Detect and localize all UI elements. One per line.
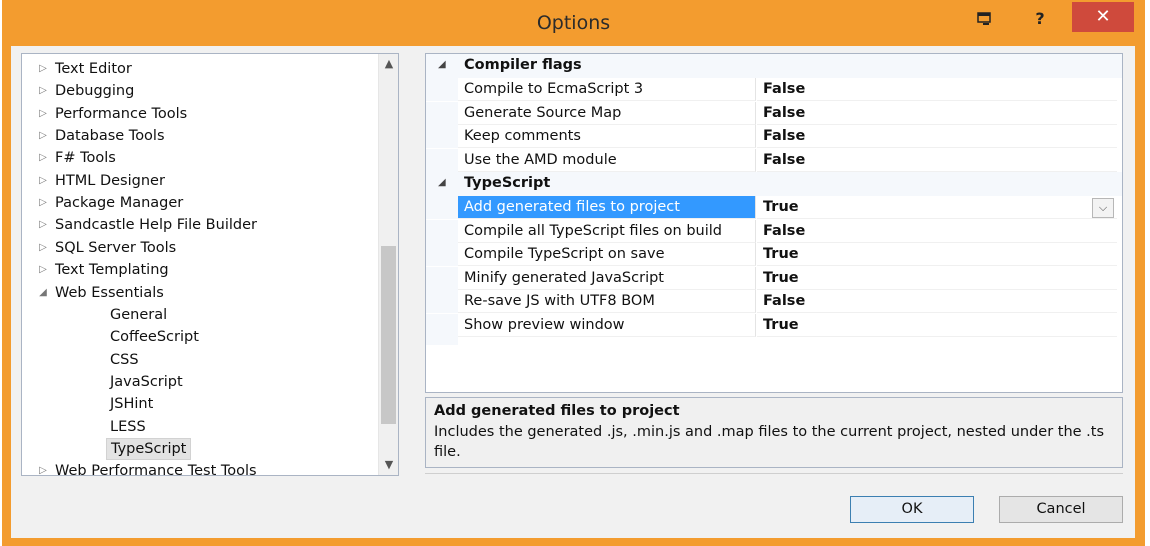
property-value[interactable]: False <box>757 220 1117 243</box>
expand-arrow-icon[interactable]: ▷ <box>36 192 50 214</box>
property-row[interactable]: Compile TypeScript on save True <box>426 243 1122 266</box>
tree-scrollbar[interactable]: ▲ ▼ <box>378 54 398 475</box>
expand-arrow-icon[interactable]: ▷ <box>36 147 50 169</box>
tree-item-label: Performance Tools <box>55 105 188 122</box>
property-value[interactable]: False <box>757 125 1117 148</box>
row-gutter <box>426 148 458 172</box>
property-value[interactable]: True <box>757 243 1117 266</box>
property-row[interactable]: Use the AMD module False <box>426 148 1122 172</box>
property-row[interactable]: Compile to EcmaScript 3 False <box>426 78 1122 101</box>
property-name[interactable]: Add generated files to project <box>458 196 756 219</box>
divider <box>425 473 1123 474</box>
expand-arrow-icon[interactable]: ▷ <box>36 214 50 236</box>
description-text: Includes the generated .js, .min.js and … <box>434 424 1105 460</box>
expand-arrow-icon[interactable]: ▷ <box>36 259 50 281</box>
property-row[interactable]: Add generated files to project True ⌵ <box>426 196 1122 219</box>
property-row[interactable]: Compile all TypeScript files on build Fal… <box>426 219 1122 243</box>
property-name[interactable]: Compile to EcmaScript 3 <box>458 78 756 101</box>
property-name[interactable]: Show preview window <box>458 313 756 337</box>
tree-item-label: Text Editor <box>55 61 132 77</box>
category-row[interactable]: ◢ Compiler flags <box>426 54 1122 78</box>
expand-arrow-icon[interactable]: ▷ <box>36 237 50 259</box>
tree-item-label: CSS <box>110 351 139 368</box>
close-button[interactable]: ✕ <box>1072 2 1134 32</box>
help-button[interactable]: ? <box>1030 6 1050 32</box>
tree-item-label: Sandcastle Help File Builder <box>55 217 257 234</box>
category-label: TypeScript <box>464 175 551 191</box>
collapse-arrow-icon[interactable]: ◢ <box>36 282 50 304</box>
description-title: Add generated files to project <box>434 403 680 419</box>
dialog-client-area: ▷ Web Performance Test Tools TypeScript LES… <box>11 46 1135 538</box>
expand-arrow-icon[interactable]: ▷ <box>36 170 50 192</box>
expand-arrow-icon[interactable]: ▷ <box>36 103 50 125</box>
property-value[interactable]: False <box>757 149 1117 172</box>
row-gutter <box>426 125 458 148</box>
tree-item-label: CoffeeScript <box>110 329 199 346</box>
row-gutter <box>426 101 458 125</box>
tree-item-label: Web Essentials <box>55 284 164 301</box>
expand-arrow-icon[interactable]: ▷ <box>36 125 50 147</box>
description-panel: Add generated files to project Includes … <box>425 397 1123 468</box>
property-name[interactable]: Generate Source Map <box>458 101 756 125</box>
property-row[interactable]: Keep comments False <box>426 125 1122 148</box>
property-name[interactable]: Keep comments <box>458 125 756 148</box>
property-value[interactable]: False <box>757 102 1117 125</box>
property-grid[interactable]: ◢ Compiler flags Compile to EcmaScript 3 Fa… <box>425 53 1123 393</box>
row-gutter <box>426 243 458 266</box>
row-gutter <box>426 337 458 345</box>
tree-item-label: TypeScript <box>106 437 192 460</box>
expand-arrow-icon[interactable]: ▷ <box>36 460 50 475</box>
dropdown-chevron-icon[interactable]: ⌵ <box>1092 198 1114 218</box>
category-label: Compiler flags <box>464 57 582 73</box>
scroll-thumb[interactable] <box>381 246 396 424</box>
row-gutter <box>426 290 458 313</box>
property-name[interactable]: Compile TypeScript on save <box>458 243 756 266</box>
row-gutter <box>426 78 458 101</box>
property-value[interactable]: True <box>757 314 1117 337</box>
row-gutter <box>426 219 458 243</box>
tree-item-label: Package Manager <box>55 195 184 212</box>
tree-item-label: JSHint <box>110 396 154 413</box>
property-row[interactable]: Generate Source Map False <box>426 101 1122 125</box>
property-name[interactable]: Compile all TypeScript files on build <box>458 219 756 243</box>
row-gutter <box>426 196 458 219</box>
property-name[interactable]: Re-save JS with UTF8 BOM <box>458 290 756 313</box>
cancel-button[interactable]: Cancel <box>999 496 1123 523</box>
title-bar[interactable]: Options ? ✕ <box>2 0 1145 46</box>
property-row[interactable]: Re-save JS with UTF8 BOM False <box>426 290 1122 313</box>
collapse-arrow-icon[interactable]: ◢ <box>438 177 446 188</box>
property-value[interactable]: False <box>757 290 1117 313</box>
scroll-down-icon[interactable]: ▼ <box>379 455 398 475</box>
property-value[interactable]: True <box>757 267 1117 290</box>
property-name[interactable]: Minify generated JavaScript <box>458 266 756 290</box>
window-menu-icon[interactable] <box>972 6 996 32</box>
tree-item-label: Web Performance Test Tools <box>55 463 257 476</box>
property-name[interactable]: Use the AMD module <box>458 148 756 172</box>
tree-item-label: Database Tools <box>55 128 165 145</box>
expand-arrow-icon[interactable]: ▷ <box>36 58 50 80</box>
property-value[interactable]: False <box>757 78 1117 101</box>
tree-item-label: Debugging <box>55 83 135 100</box>
tree-item-label: F# Tools <box>55 150 116 167</box>
row-gutter <box>426 266 458 290</box>
options-tree[interactable]: ▷ Web Performance Test Tools TypeScript LES… <box>21 53 399 476</box>
row-gutter <box>426 313 458 337</box>
options-dialog: Options ? ✕ ▷ Web Performance Test Tools T… <box>2 0 1145 546</box>
property-value[interactable]: True <box>757 196 1117 219</box>
tree-item-label: SQL Server Tools <box>55 239 177 256</box>
expand-arrow-icon[interactable]: ▷ <box>36 80 50 102</box>
tree-item-label: Text Templating <box>55 262 169 279</box>
tree-item-label: HTML Designer <box>55 172 165 189</box>
scroll-up-icon[interactable]: ▲ <box>379 54 398 74</box>
property-row[interactable]: Minify generated JavaScript True <box>426 266 1122 290</box>
category-row[interactable]: ◢ TypeScript <box>426 172 1122 196</box>
property-row[interactable]: Show preview window True <box>426 313 1122 337</box>
collapse-arrow-icon[interactable]: ◢ <box>438 59 446 70</box>
tree-item-label: General <box>110 306 168 323</box>
tree-item-label: JavaScript <box>110 373 183 390</box>
tree-item-label: LESS <box>110 418 146 435</box>
ok-button[interactable]: OK <box>850 496 974 523</box>
